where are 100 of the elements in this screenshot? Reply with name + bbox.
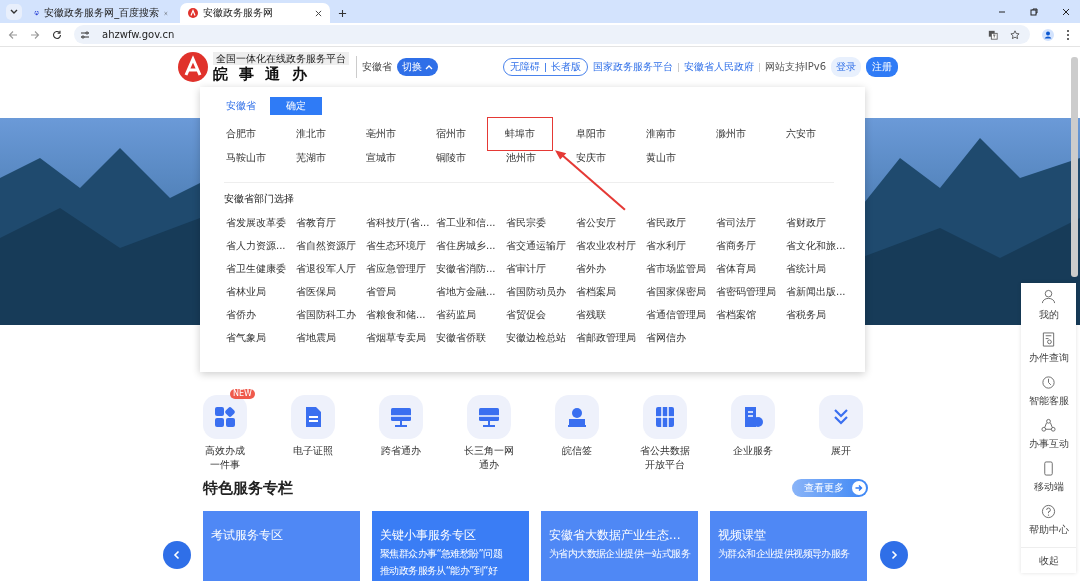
service-tile[interactable]	[203, 395, 247, 439]
department-link[interactable]: 省水利厅	[646, 238, 686, 253]
department-link[interactable]: 省药监局	[436, 307, 476, 322]
city-link[interactable]: 池州市	[506, 151, 536, 165]
back-icon[interactable]	[8, 29, 18, 40]
service-tile[interactable]	[555, 395, 599, 439]
department-link[interactable]: 省残联	[576, 307, 606, 322]
department-link[interactable]: 省审计厅	[506, 261, 546, 276]
department-link[interactable]: 省新闻出版...	[786, 284, 846, 299]
department-link[interactable]: 省体育局	[716, 261, 756, 276]
department-link[interactable]: 省邮政管理局	[576, 330, 636, 345]
close-icon[interactable]	[1061, 7, 1071, 17]
department-link[interactable]: 省农业农村厅	[576, 238, 636, 253]
feature-card[interactable]: 关键小事服务专区 聚焦群众办事“急难愁盼”问题 推动政务服务从“能办”到“好	[372, 511, 529, 581]
department-link[interactable]: 省交通运输厅	[506, 238, 566, 253]
service-label[interactable]: 长三角一网 通办	[464, 444, 514, 471]
logo-icon[interactable]	[178, 52, 208, 82]
address-bar[interactable]: ahzwfw.gov.cn	[74, 25, 1030, 44]
department-link[interactable]: 省地方金融...	[436, 284, 496, 299]
side-toolbar-label[interactable]: 智能客服	[1028, 394, 1069, 408]
city-link[interactable]: 滁州市	[716, 127, 746, 141]
department-link[interactable]: 省民政厅	[646, 215, 686, 230]
previous-arrow-button[interactable]	[163, 541, 191, 569]
service-tile[interactable]	[643, 395, 687, 439]
new-tab-icon[interactable]	[338, 9, 347, 18]
next-arrow-button[interactable]	[880, 541, 908, 569]
city-link[interactable]: 黄山市	[646, 151, 676, 165]
side-toolbar-label[interactable]: 帮助中心	[1028, 523, 1069, 537]
department-link[interactable]: 安徽边检总站	[506, 330, 566, 345]
department-link[interactable]: 省文化和旅...	[786, 238, 846, 253]
city-link[interactable]: 阜阳市	[576, 127, 606, 141]
department-link[interactable]: 省气象局	[226, 330, 266, 345]
department-link[interactable]: 省档案局	[576, 284, 616, 299]
switch-region-button[interactable]: 切换	[397, 58, 438, 76]
city-link[interactable]: 马鞍山市	[226, 151, 266, 165]
department-link[interactable]: 安徽省消防...	[436, 261, 496, 276]
city-link[interactable]: 铜陵市	[436, 151, 466, 165]
department-link[interactable]: 省科技厅(省...	[366, 215, 430, 230]
department-link[interactable]: 省外办	[576, 261, 606, 276]
city-link[interactable]: 宿州市	[436, 127, 466, 141]
service-tile[interactable]	[819, 395, 863, 439]
city-link[interactable]: 芜湖市	[296, 151, 326, 165]
translate-icon[interactable]	[988, 29, 998, 40]
city-link[interactable]: 淮南市	[646, 127, 676, 141]
confirm-button[interactable]: 确定	[270, 97, 322, 115]
department-link[interactable]: 安徽省侨联	[436, 330, 486, 345]
restore-icon[interactable]	[1029, 7, 1039, 17]
department-link[interactable]: 省发展改革委	[226, 215, 286, 230]
department-link[interactable]: 省管局	[366, 284, 396, 299]
department-link[interactable]: 省卫生健康委	[226, 261, 286, 276]
menu-icon[interactable]	[1066, 28, 1070, 41]
city-link[interactable]: 宣城市	[366, 151, 396, 165]
side-toolbar-label[interactable]: 移动端	[1033, 480, 1064, 494]
mode-link[interactable]: 无障碍	[509, 60, 540, 74]
department-link[interactable]: 省财政厅	[786, 215, 826, 230]
department-link[interactable]: 省密码管理局	[716, 284, 776, 299]
service-tile[interactable]	[291, 395, 335, 439]
department-link[interactable]: 省自然资源厅	[296, 238, 356, 253]
help-icon[interactable]	[1041, 504, 1056, 519]
department-link[interactable]: 省退役军人厅	[296, 261, 356, 276]
city-link[interactable]: 亳州市	[366, 127, 396, 141]
department-link[interactable]: 省地震局	[296, 330, 336, 345]
department-link[interactable]: 省贸促会	[506, 307, 546, 322]
department-link[interactable]: 省税务局	[786, 307, 826, 322]
close-icon[interactable]	[315, 9, 322, 17]
department-link[interactable]: 省统计局	[786, 261, 826, 276]
user-icon[interactable]	[1041, 289, 1056, 304]
city-link[interactable]: 合肥市	[226, 127, 256, 141]
collapse-button[interactable]: 收起	[1021, 547, 1076, 573]
people-circle-icon[interactable]	[1041, 418, 1056, 433]
reload-icon[interactable]	[52, 29, 62, 40]
department-link[interactable]: 省人力资源...	[226, 238, 286, 253]
login-button[interactable]: 登录	[831, 57, 861, 77]
phone-icon[interactable]	[1041, 461, 1056, 476]
department-link[interactable]: 省工业和信...	[436, 215, 496, 230]
department-link[interactable]: 省教育厅	[296, 215, 336, 230]
star-icon[interactable]	[1010, 29, 1020, 40]
service-tile[interactable]	[379, 395, 423, 439]
department-link[interactable]: 省林业局	[226, 284, 266, 299]
department-link[interactable]: 省民宗委	[506, 215, 546, 230]
service-label[interactable]: 高效办成 一件事	[205, 444, 245, 471]
department-link[interactable]: 省粮食和储...	[366, 307, 426, 322]
city-link[interactable]: 六安市	[786, 127, 816, 141]
tab-list-button[interactable]	[6, 4, 22, 20]
profile-icon[interactable]	[1042, 28, 1054, 41]
department-link[interactable]: 省应急管理厅	[366, 261, 426, 276]
city-link[interactable]: 安庆市	[576, 151, 606, 165]
browser-tab[interactable]: 安徽政务服务网	[180, 3, 330, 23]
service-label[interactable]: 皖信签	[562, 444, 592, 458]
browser-tab[interactable]: 安徽政务服务网_百度搜索	[26, 3, 176, 23]
department-link[interactable]: 省侨办	[226, 307, 256, 322]
city-link[interactable]: 蚌埠市	[487, 117, 553, 151]
side-toolbar-label[interactable]: 办件查询	[1028, 351, 1069, 365]
side-toolbar-label[interactable]: 办事互动	[1028, 437, 1069, 451]
scrollbar[interactable]	[1071, 57, 1078, 277]
service-label[interactable]: 省公共数据 开放平台	[640, 444, 690, 471]
register-button[interactable]: 注册	[866, 57, 898, 77]
department-link[interactable]: 省生态环境厅	[366, 238, 426, 253]
department-link[interactable]: 省网信办	[646, 330, 686, 345]
department-link[interactable]: 省烟草专卖局	[366, 330, 426, 345]
